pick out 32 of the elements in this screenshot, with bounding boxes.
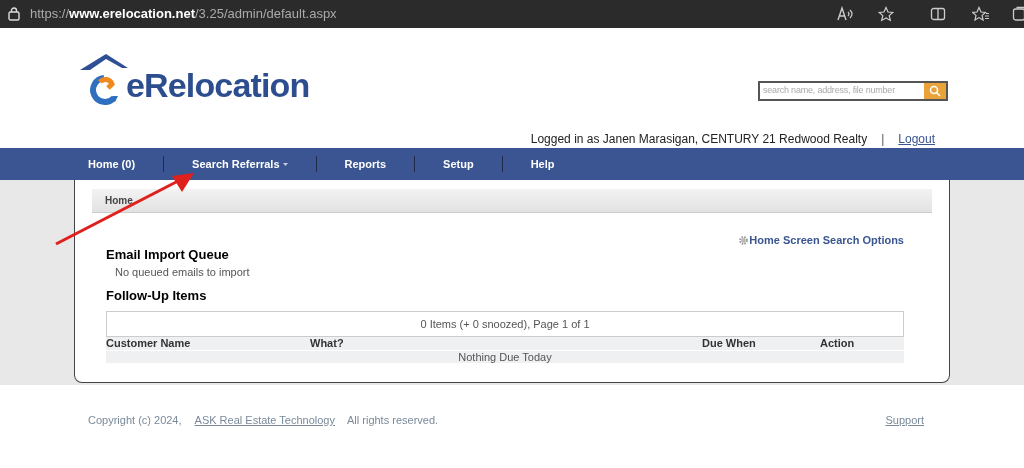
nav-item[interactable]: Home (0) <box>76 155 148 173</box>
company-link[interactable]: ASK Real Estate Technology <box>194 411 335 429</box>
favorites-icon[interactable] <box>972 6 990 22</box>
nav-item[interactable]: Setup <box>431 155 486 173</box>
search-options-link[interactable]: Home Screen Search Options <box>738 232 904 249</box>
login-status: Logged in as Janen Marasigan, CENTURY 21 Redwood Realty <box>530 131 868 148</box>
section-heading: Email Import Queue <box>106 245 230 264</box>
logo-text: eRelocation <box>126 68 310 102</box>
empty-row: Nothing Due Today <box>106 350 904 363</box>
caret-icon <box>282 162 288 166</box>
column-header: What? <box>310 337 345 350</box>
read-aloud-icon[interactable] <box>836 6 854 22</box>
pager-status: 0 Items (+ 0 snoozed), Page 1 of 1 <box>106 311 904 337</box>
gear-icon <box>738 234 750 246</box>
breadcrumb-bar: Home <box>92 189 932 213</box>
empty-message: No queued emails to import <box>114 265 251 280</box>
split-screen-icon[interactable] <box>930 6 946 22</box>
rights-text: All rights reserved. <box>347 412 439 428</box>
column-header: Customer Name <box>106 337 192 350</box>
star-icon[interactable] <box>878 6 894 22</box>
support-link[interactable]: Support <box>885 411 924 429</box>
logout-link[interactable]: Logout <box>898 130 935 148</box>
nav-item[interactable]: Help <box>518 155 567 173</box>
nav-item[interactable]: Reports <box>332 155 399 173</box>
copyright-text: Copyright (c) 2024, <box>88 412 182 428</box>
address-bar-url[interactable]: https://www.erelocation.net/3.25/admin/default.aspx <box>30 4 337 24</box>
separator: | <box>881 131 885 148</box>
column-header: Action <box>820 337 856 350</box>
section-heading: Follow-Up Items <box>106 286 208 305</box>
column-header: Due When <box>702 337 757 350</box>
nav-item[interactable]: Search Referrals <box>180 155 300 173</box>
lock-icon <box>8 7 20 21</box>
